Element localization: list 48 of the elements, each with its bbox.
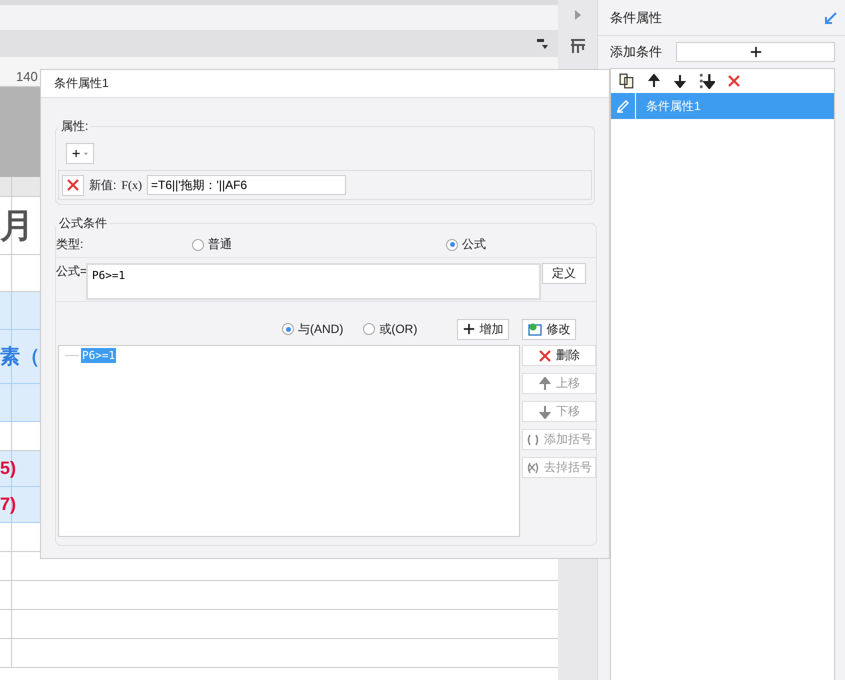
type-radio[interactable]: 普通 bbox=[192, 236, 446, 253]
modify-button[interactable]: 修改 bbox=[522, 318, 576, 340]
property-value-field[interactable]: =T6||'拖期：'||AF6 bbox=[147, 175, 346, 195]
move-bottom-icon bbox=[699, 73, 715, 89]
remove-property-button[interactable] bbox=[62, 174, 84, 196]
move-down-button[interactable] bbox=[673, 74, 687, 88]
delete-button[interactable] bbox=[727, 74, 741, 88]
copy-icon bbox=[619, 73, 635, 89]
formula-field[interactable]: P6>=1 bbox=[86, 263, 541, 300]
plus-icon bbox=[463, 323, 476, 335]
close-icon bbox=[66, 178, 80, 192]
plus-icon bbox=[750, 46, 762, 58]
sheet-cell-text: 素（ bbox=[0, 345, 40, 370]
remove-parentheses-icon bbox=[526, 460, 540, 474]
dropdown-icon[interactable] bbox=[536, 38, 548, 50]
logic-radio[interactable]: 或(OR) bbox=[363, 320, 418, 338]
formula-button[interactable]: F(x) bbox=[121, 178, 142, 192]
copy-button[interactable] bbox=[619, 73, 635, 89]
group-legend: 公式条件 bbox=[56, 215, 110, 232]
arrow-down-icon bbox=[538, 404, 552, 418]
close-icon bbox=[727, 74, 741, 88]
logic-radio[interactable]: 与(AND) bbox=[282, 320, 344, 338]
arrow-up-icon bbox=[538, 376, 552, 390]
type-label: 类型: bbox=[56, 236, 84, 253]
parentheses-icon bbox=[526, 432, 540, 446]
close-icon bbox=[538, 348, 552, 362]
caret-icon bbox=[84, 152, 88, 156]
group-legend: 属性: bbox=[58, 118, 92, 135]
add-button[interactable]: 增加 bbox=[457, 318, 510, 340]
arrow-down-icon bbox=[673, 74, 687, 88]
pencil-icon bbox=[616, 99, 630, 113]
add-condition-label: 添加条件 bbox=[610, 43, 662, 61]
type-radio[interactable]: 公式 bbox=[446, 236, 486, 253]
table-icon[interactable] bbox=[570, 38, 586, 54]
add-property-button[interactable] bbox=[66, 143, 94, 164]
define-button[interactable]: 定义 bbox=[542, 263, 586, 284]
property-label: 新值: bbox=[89, 176, 116, 194]
ruler-label: 140 bbox=[16, 69, 38, 84]
panel-title: 条件属性 bbox=[610, 8, 662, 26]
collapse-arrow-icon[interactable] bbox=[825, 12, 837, 24]
action-button[interactable]: 删除 bbox=[522, 345, 596, 366]
move-up-button[interactable] bbox=[647, 74, 661, 88]
move-bottom-button[interactable] bbox=[699, 73, 715, 89]
dialog-title: 条件属性1 bbox=[54, 75, 109, 92]
plus-icon bbox=[72, 147, 80, 160]
sheet-cell-text: 5) bbox=[0, 458, 16, 479]
arrow-up-icon bbox=[647, 74, 661, 88]
sheet-cell-text: 7) bbox=[0, 494, 16, 515]
